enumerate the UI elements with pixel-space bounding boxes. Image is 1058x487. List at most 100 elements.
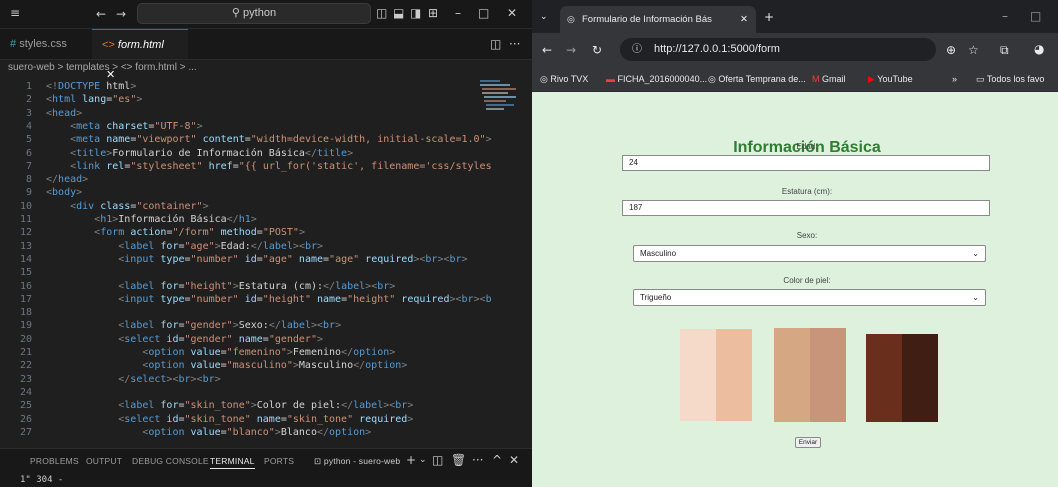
tab-output[interactable]: OUTPUT bbox=[86, 456, 122, 466]
nav-forward-button[interactable]: → bbox=[116, 7, 126, 21]
chrome-toolbar: ← → ↻ ⓘ http://127.0.0.1:5000/form ⊕ ☆ ⧉… bbox=[532, 33, 1058, 67]
split-editor-icon[interactable]: ◫ bbox=[490, 37, 501, 51]
extensions-icon[interactable]: ⧉ bbox=[1000, 43, 1009, 57]
code-line[interactable]: 24 bbox=[0, 386, 520, 400]
line-number: 18 bbox=[19, 307, 32, 319]
code-line[interactable]: 9 <body> bbox=[0, 186, 520, 200]
code-line[interactable]: 21 <option value="femenino">Femenino</op… bbox=[0, 346, 520, 360]
code-line[interactable]: 2 <html lang="es"> bbox=[0, 93, 520, 107]
code-line[interactable]: 7 <link rel="stylesheet" href="{{ url_fo… bbox=[0, 160, 520, 174]
globe-icon: ◎ bbox=[567, 14, 575, 24]
youtube-icon: ▶ bbox=[868, 74, 878, 84]
close-panel-icon[interactable]: ✕ bbox=[509, 453, 519, 467]
tab-debug-console[interactable]: DEBUG CONSOLE bbox=[132, 456, 209, 466]
nav-back-button[interactable]: ← bbox=[96, 7, 106, 21]
code-line[interactable]: 8 </head> bbox=[0, 173, 520, 187]
tab-terminal[interactable]: TERMINAL bbox=[210, 456, 255, 469]
tab-ports[interactable]: PORTS bbox=[264, 456, 294, 466]
age-input[interactable]: 24 bbox=[622, 155, 990, 171]
page-viewport: Información Básica Edad: 24 Estatura (cm… bbox=[532, 92, 1058, 487]
new-tab-button[interactable]: + bbox=[764, 10, 774, 24]
code-line[interactable]: 19 <label for="gender">Sexo:</label><br> bbox=[0, 319, 520, 333]
bookmark-youtube[interactable]: ▶ YouTube bbox=[868, 67, 913, 91]
line-number: 17 bbox=[19, 293, 32, 305]
code-line[interactable]: 15 bbox=[0, 266, 520, 280]
tab-styles-css[interactable]: # styles.css bbox=[0, 29, 92, 59]
minimize-button[interactable]: – bbox=[455, 6, 461, 20]
zoom-icon[interactable]: ⊕ bbox=[946, 43, 956, 57]
maximize-button[interactable]: □ bbox=[1030, 9, 1041, 23]
bookmark-ficha[interactable]: ▬ FICHA_2016000040... bbox=[606, 67, 707, 91]
skin-tone-selected-value: Trigueño bbox=[640, 293, 672, 302]
code-line[interactable]: 1 <!DOCTYPE html> bbox=[0, 80, 520, 94]
close-tab-icon[interactable]: ✕ bbox=[740, 6, 748, 33]
layout-sidebar-icon[interactable]: ◫ bbox=[376, 6, 387, 20]
bookmarks-folder[interactable]: ▭ Todos los favo bbox=[976, 67, 1044, 91]
code-line[interactable]: 25 <label for="skin_tone">Color de piel:… bbox=[0, 399, 520, 413]
split-terminal-icon[interactable]: ◫ bbox=[432, 453, 443, 467]
tab-search-icon[interactable]: ⌄ bbox=[540, 10, 548, 24]
site-info-icon[interactable]: ⓘ bbox=[632, 38, 642, 61]
code-line[interactable]: 22 <option value="masculino">Masculino</… bbox=[0, 359, 520, 373]
height-input[interactable]: 187 bbox=[622, 200, 990, 216]
code-line[interactable]: 4 <meta charset="UTF-8"> bbox=[0, 120, 520, 134]
code-line[interactable]: 18 bbox=[0, 306, 520, 320]
code-line[interactable]: 26 <select id="skin_tone" name="skin_ton… bbox=[0, 413, 520, 427]
tab-problems[interactable]: PROBLEMS bbox=[30, 456, 79, 466]
command-search-box[interactable]: ⚲ python bbox=[137, 3, 371, 24]
layout-secondary-icon[interactable]: ◨ bbox=[410, 6, 421, 20]
customize-layout-icon[interactable]: ⊞ bbox=[428, 6, 438, 20]
code-line[interactable]: 20 <select id="gender" name="gender"> bbox=[0, 333, 520, 347]
skin-swatch-dark-1 bbox=[866, 334, 902, 422]
code-line[interactable]: 16 <label for="height">Estatura (cm):</l… bbox=[0, 280, 520, 294]
close-button[interactable]: ✕ bbox=[507, 6, 517, 20]
code-line[interactable]: 17 <input type="number" id="height" name… bbox=[0, 293, 520, 307]
code-line[interactable]: 11 <h1>Información Básica</h1> bbox=[0, 213, 520, 227]
code-text: <option value="blanco">Blanco</option> bbox=[142, 426, 372, 438]
layout-panel-icon[interactable]: ⬓ bbox=[393, 6, 404, 20]
bookmark-star-icon[interactable]: ☆ bbox=[968, 43, 979, 57]
profile-avatar[interactable]: ◕ bbox=[1034, 42, 1044, 56]
trash-icon[interactable]: 🗑 bbox=[451, 453, 466, 467]
code-line[interactable]: 12 <form action="/form" method="POST"> bbox=[0, 226, 520, 240]
editor-tabs: # styles.css <> form.html ✕ ◫ ··· bbox=[0, 29, 532, 81]
forward-button[interactable]: → bbox=[566, 43, 576, 57]
minimap[interactable] bbox=[478, 78, 518, 120]
maximize-button[interactable]: □ bbox=[478, 6, 489, 20]
terminal-dropdown-icon[interactable]: ⌄ bbox=[419, 453, 427, 467]
menu-icon[interactable]: ≡ bbox=[10, 6, 20, 20]
gender-select[interactable]: Masculino ⌄ bbox=[633, 245, 986, 262]
breadcrumb[interactable]: suero-web > templates > <> form.html > .… bbox=[0, 60, 532, 76]
code-line[interactable]: 13 <label for="age">Edad:</label><br> bbox=[0, 240, 520, 254]
bottom-panel: PROBLEMS OUTPUT DEBUG CONSOLE TERMINAL P… bbox=[0, 448, 532, 487]
code-line[interactable]: 10 <div class="container"> bbox=[0, 200, 520, 214]
new-terminal-icon[interactable]: + bbox=[406, 453, 416, 467]
back-button[interactable]: ← bbox=[542, 43, 552, 57]
line-number: 23 bbox=[19, 373, 32, 385]
code-editor[interactable]: 1 <!DOCTYPE html> 2 <html lang="es"> 3 <head>… bbox=[0, 76, 532, 448]
code-line[interactable]: 27 <option value="blanco">Blanco</option… bbox=[0, 426, 520, 440]
minimize-button[interactable]: – bbox=[1002, 9, 1008, 23]
terminal-selector[interactable]: ⊡ python - suero-web bbox=[314, 456, 400, 467]
bookmark-gmail[interactable]: M Gmail bbox=[812, 67, 846, 91]
code-line[interactable]: 14 <input type="number" id="age" name="a… bbox=[0, 253, 520, 267]
more-actions-icon[interactable]: ··· bbox=[509, 37, 520, 51]
reload-icon[interactable]: ↻ bbox=[592, 43, 602, 57]
code-line[interactable]: 3 <head> bbox=[0, 107, 520, 121]
tab-form-html[interactable]: <> form.html ✕ bbox=[92, 29, 188, 81]
bookmarks-more-button[interactable]: » bbox=[952, 67, 957, 91]
bookmark-oferta[interactable]: ◎ Oferta Temprana de... bbox=[708, 67, 806, 91]
address-bar[interactable]: ⓘ http://127.0.0.1:5000/form bbox=[620, 38, 936, 61]
bookmark-rivo-tvx[interactable]: ◎ Rivo TVX bbox=[540, 67, 588, 91]
code-text: <meta charset="UTF-8"> bbox=[70, 120, 203, 132]
flag-icon: ▬ bbox=[606, 74, 618, 84]
maximize-panel-icon[interactable]: ^ bbox=[492, 453, 502, 467]
code-line[interactable]: 5 <meta name="viewport" content="width=d… bbox=[0, 133, 520, 147]
skin-tone-select[interactable]: Trigueño ⌄ bbox=[633, 289, 986, 306]
submit-button[interactable]: Enviar bbox=[795, 437, 821, 448]
browser-tab[interactable]: ◎ Formulario de Información Bás ✕ bbox=[560, 6, 756, 33]
code-line[interactable]: 6 <title>Formulario de Información Básic… bbox=[0, 147, 520, 161]
code-line[interactable]: 23 </select><br><br> bbox=[0, 373, 520, 387]
code-text: <link rel="stylesheet" href="{{ url_for(… bbox=[70, 160, 492, 172]
more-actions-icon[interactable]: ··· bbox=[472, 453, 483, 467]
